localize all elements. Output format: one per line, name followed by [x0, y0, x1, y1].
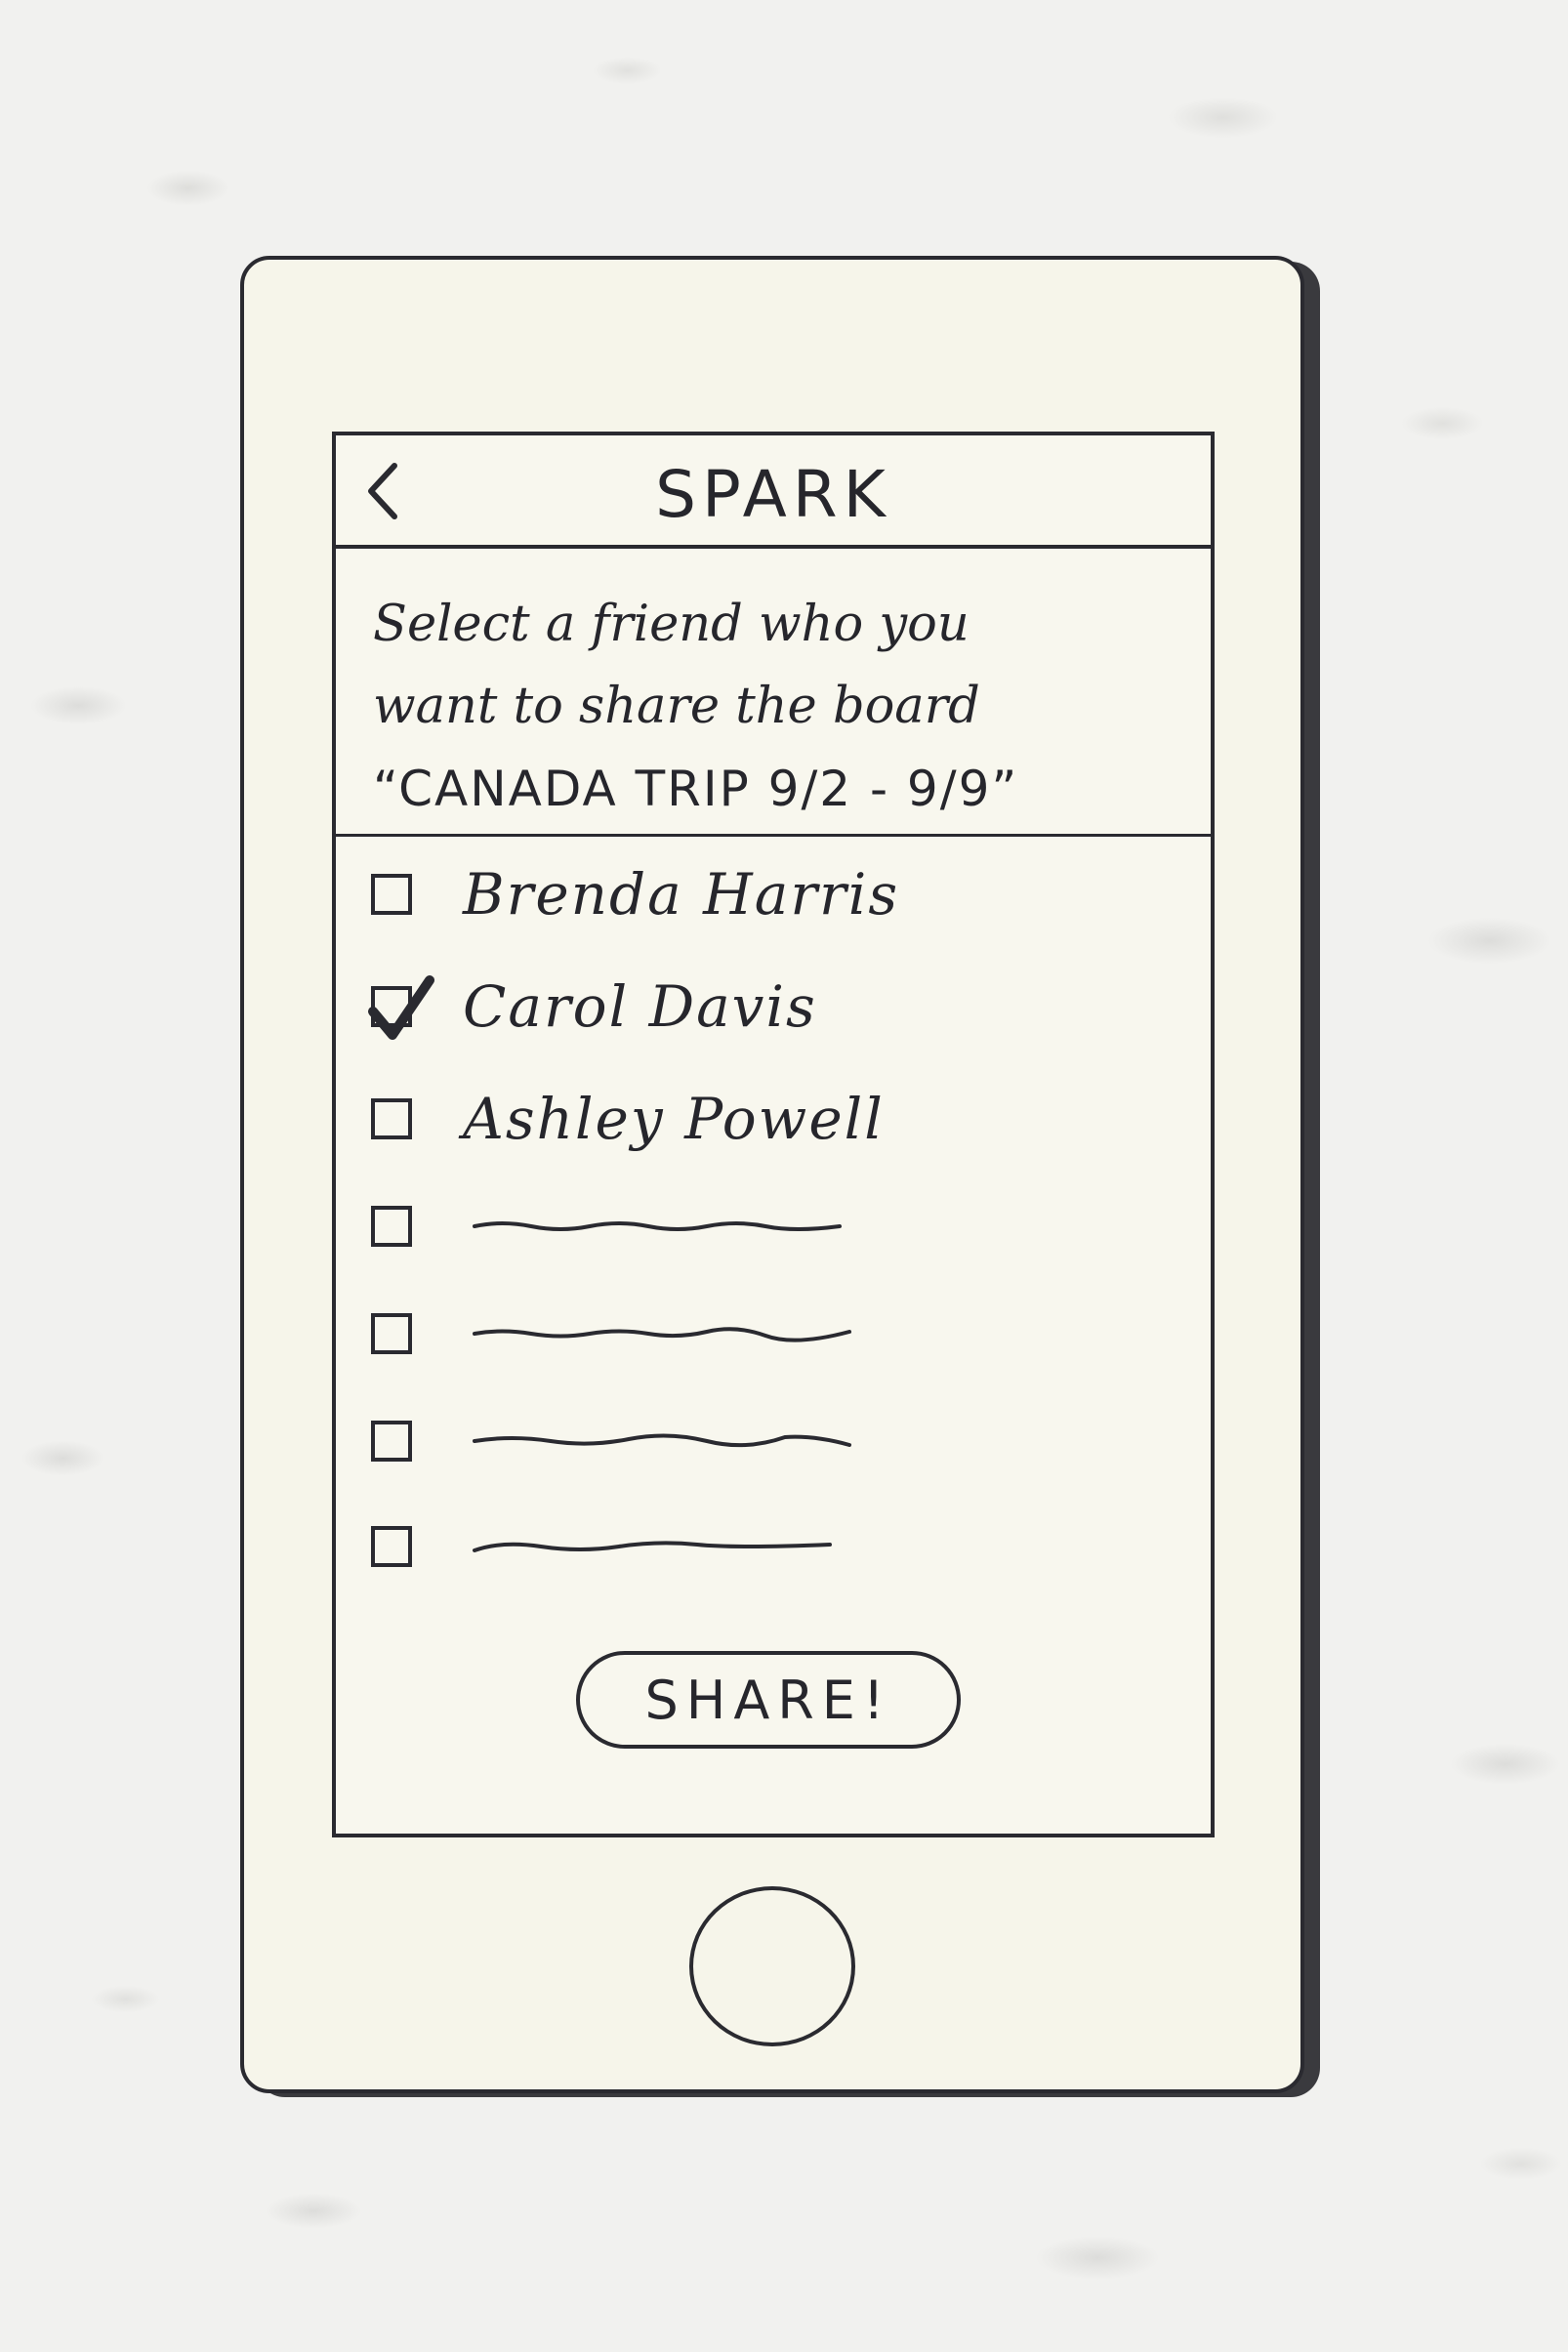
instruction-line-1: Select a friend who you: [373, 596, 970, 653]
phone-frame: SPARK Select a friend who you want to sh…: [240, 256, 1304, 2093]
friend-row-placeholder[interactable]: [371, 1187, 1172, 1265]
share-button[interactable]: SHARE!: [576, 1651, 961, 1749]
app-header: SPARK: [336, 435, 1211, 549]
checkbox-unchecked[interactable]: [371, 1098, 412, 1139]
checkbox-unchecked[interactable]: [371, 1206, 412, 1247]
checkbox-unchecked[interactable]: [371, 874, 412, 915]
friend-row-ashley-powell[interactable]: Ashley Powell: [371, 1080, 1172, 1158]
checkbox-unchecked[interactable]: [371, 1421, 412, 1462]
friend-row-carol-davis[interactable]: Carol Davis: [368, 968, 1172, 1046]
board-name: “CANADA TRIP 9/2 - 9/9”: [373, 761, 1019, 817]
checkmark-icon: [368, 975, 434, 1040]
friend-name: Carol Davis: [463, 973, 817, 1040]
checkbox-checked[interactable]: [368, 975, 434, 1040]
friend-name: Brenda Harris: [463, 861, 900, 928]
checkbox-unchecked[interactable]: [371, 1526, 412, 1567]
friend-row-placeholder[interactable]: [371, 1402, 1172, 1480]
instruction-text: Select a friend who you want to share th…: [336, 549, 1211, 837]
app-screen: SPARK Select a friend who you want to sh…: [332, 432, 1215, 1837]
instruction-line-2: want to share the board: [373, 678, 980, 735]
friend-name: Ashley Powell: [463, 1086, 885, 1152]
name-placeholder-squiggle: [473, 1221, 842, 1231]
friend-row-placeholder[interactable]: [371, 1295, 1172, 1373]
name-placeholder-squiggle: [473, 1433, 851, 1448]
app-title: SPARK: [655, 457, 891, 532]
name-placeholder-squiggle: [473, 1327, 851, 1342]
home-button[interactable]: [689, 1886, 855, 2046]
friend-row-brenda-harris[interactable]: Brenda Harris: [371, 855, 1172, 933]
friend-row-placeholder[interactable]: [371, 1507, 1172, 1586]
checkbox-unchecked[interactable]: [371, 1313, 412, 1354]
name-placeholder-squiggle: [473, 1541, 832, 1552]
